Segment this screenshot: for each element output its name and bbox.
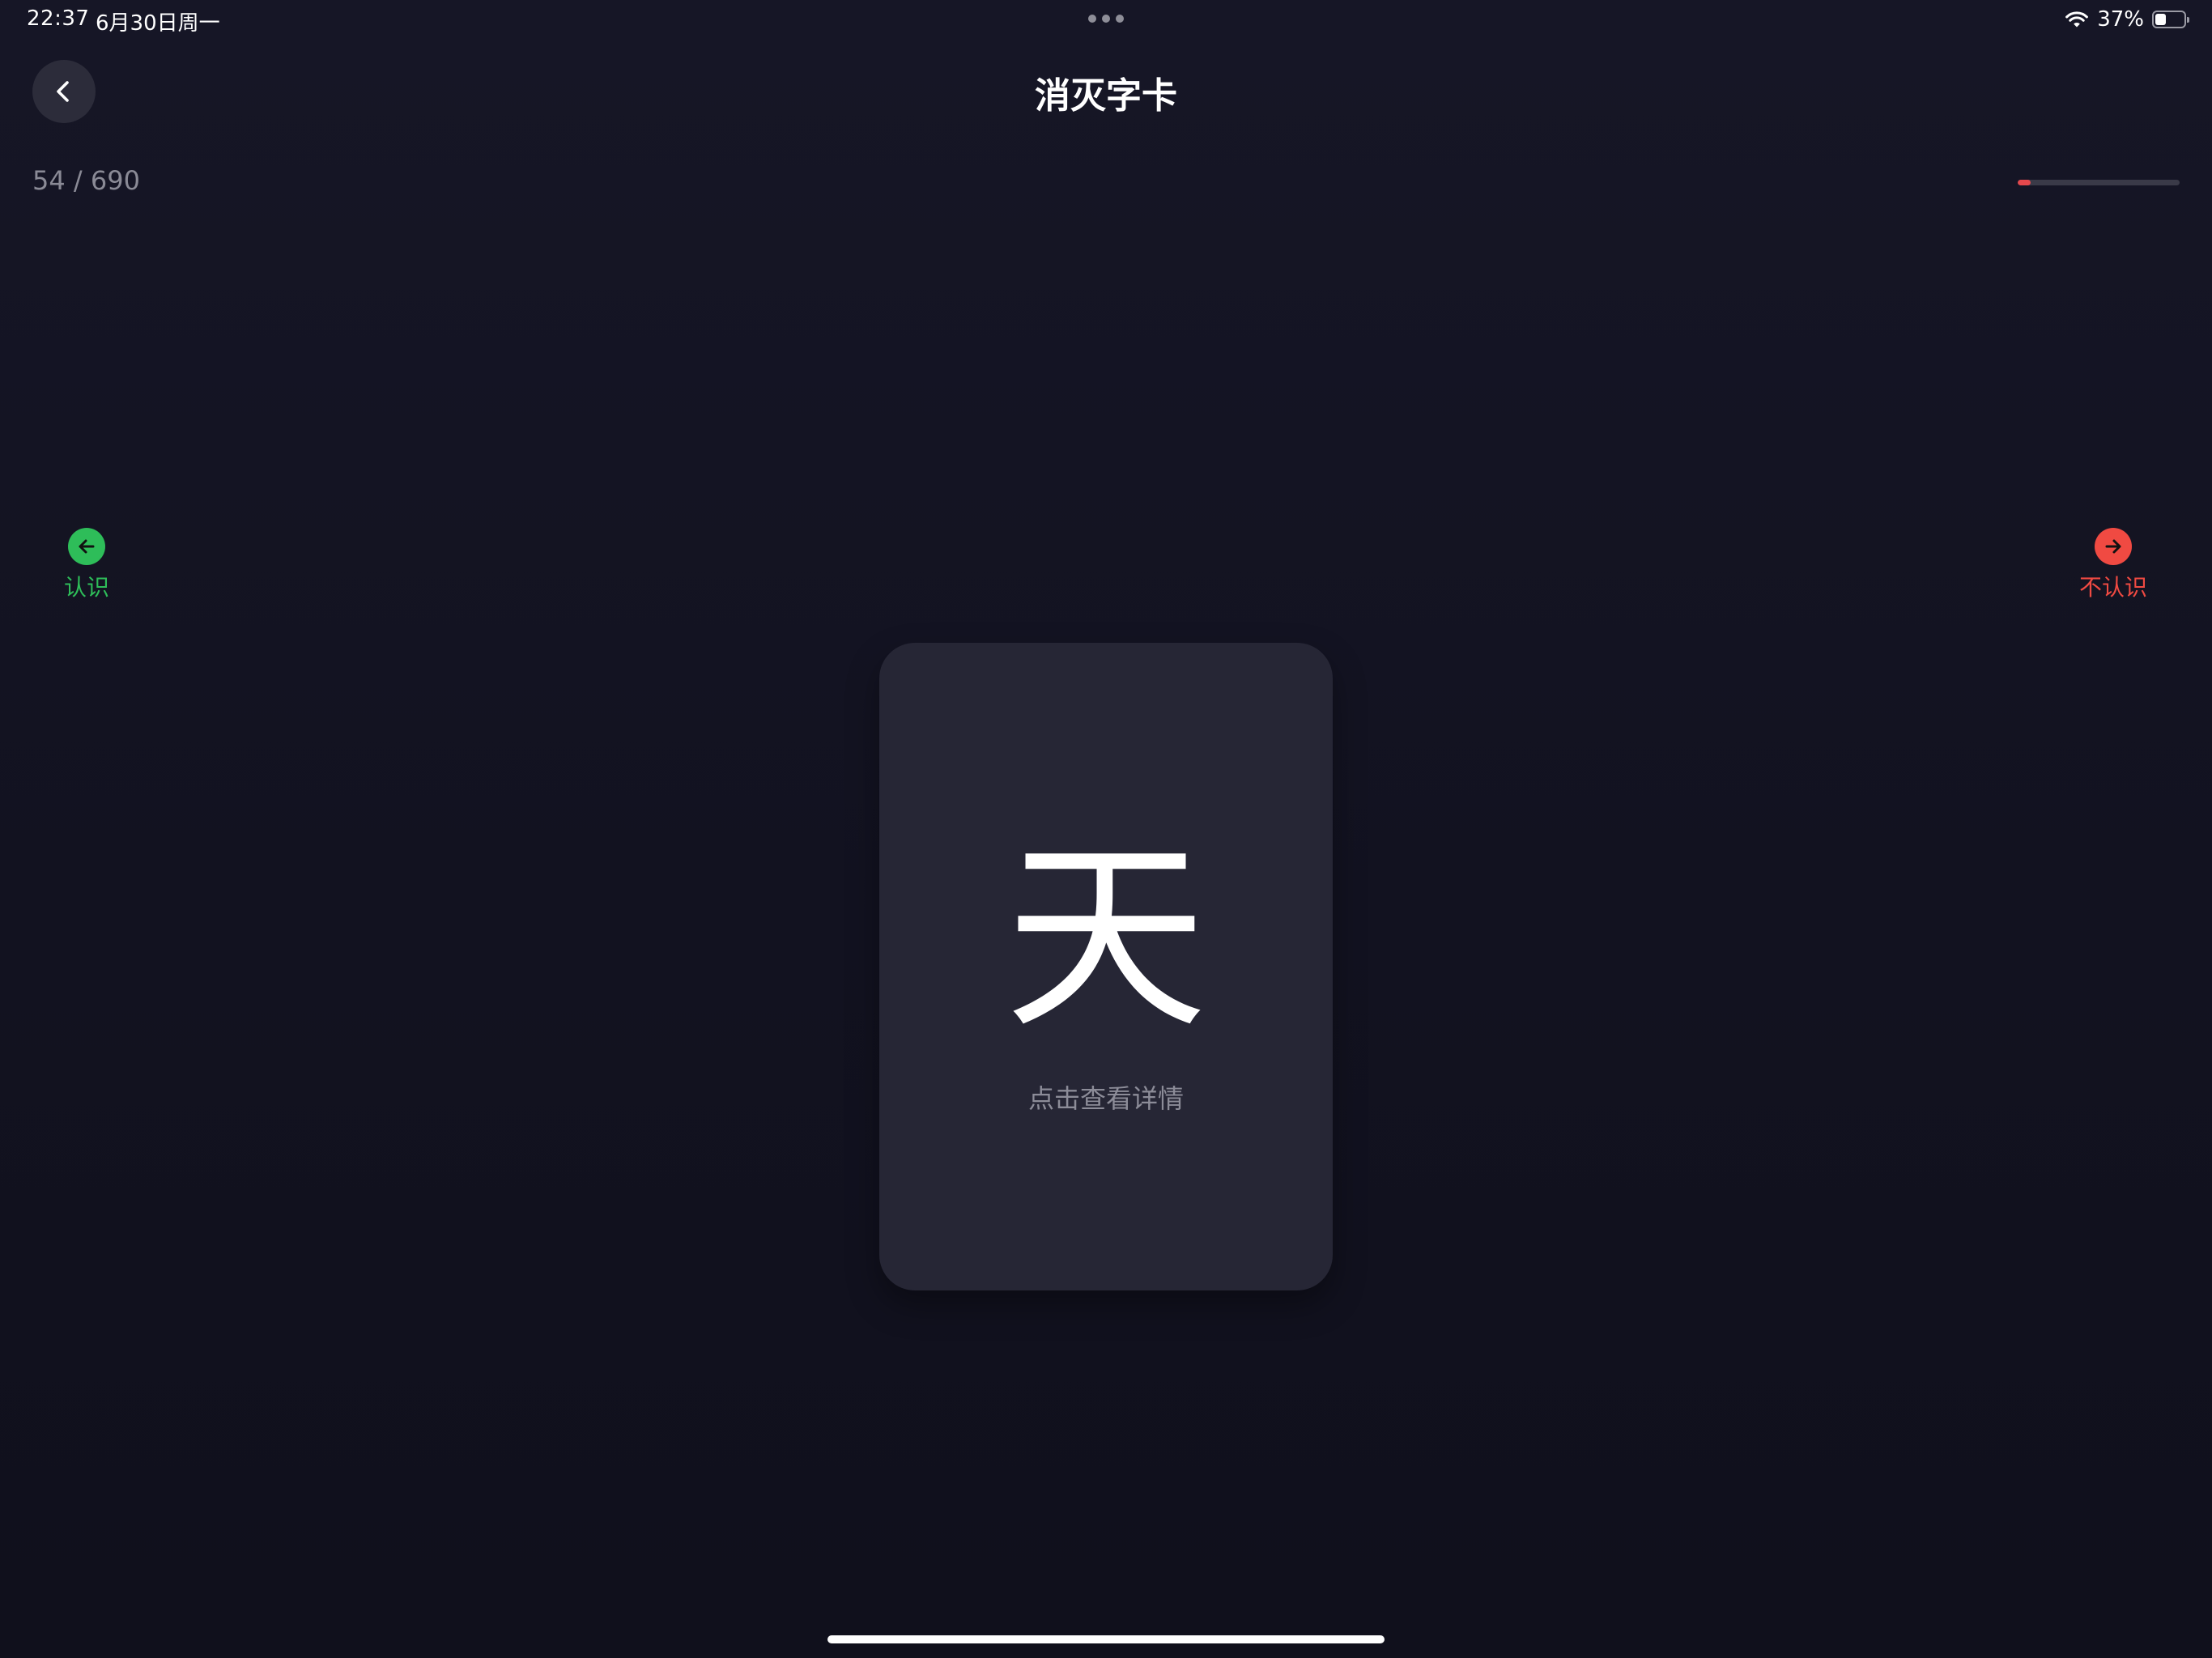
multitask-dots-icon[interactable] <box>1088 15 1124 23</box>
progress-bar <box>2018 180 2180 185</box>
arrow-left-glyph <box>79 539 95 554</box>
card-character: 天 <box>1005 820 1207 1056</box>
status-bar: 22:37 6月30日周一 37% <box>0 0 2212 39</box>
flash-card[interactable]: 天 点击查看详情 <box>879 643 1333 1290</box>
status-date: 6月30日周一 <box>96 11 220 36</box>
wifi-icon <box>2065 11 2089 28</box>
progress-counter: 54 / 690 <box>32 165 140 196</box>
status-time: 22:37 <box>27 6 90 31</box>
home-indicator[interactable] <box>827 1635 1385 1643</box>
arrow-right-icon <box>2095 528 2132 565</box>
swipe-hint-unknown: 不认识 <box>2065 528 2162 602</box>
swipe-hint-unknown-label: 不认识 <box>2078 574 2147 601</box>
dot <box>1088 15 1096 23</box>
dot <box>1102 15 1110 23</box>
arrow-right-glyph <box>2105 539 2121 554</box>
battery-percent: 37% <box>2097 7 2144 32</box>
dot <box>1116 15 1124 23</box>
progress-bar-fill <box>2018 180 2031 185</box>
arrow-left-icon <box>68 528 105 565</box>
status-right-group: 37% <box>2065 5 2189 34</box>
battery-icon <box>2152 11 2189 28</box>
battery-fill <box>2155 14 2166 25</box>
page-title: 消灭字卡 <box>1035 75 1177 117</box>
card-hint: 点击查看详情 <box>1027 1083 1184 1114</box>
swipe-hint-known: 认识 <box>42 528 131 602</box>
swipe-hint-known-label: 认识 <box>63 574 109 601</box>
